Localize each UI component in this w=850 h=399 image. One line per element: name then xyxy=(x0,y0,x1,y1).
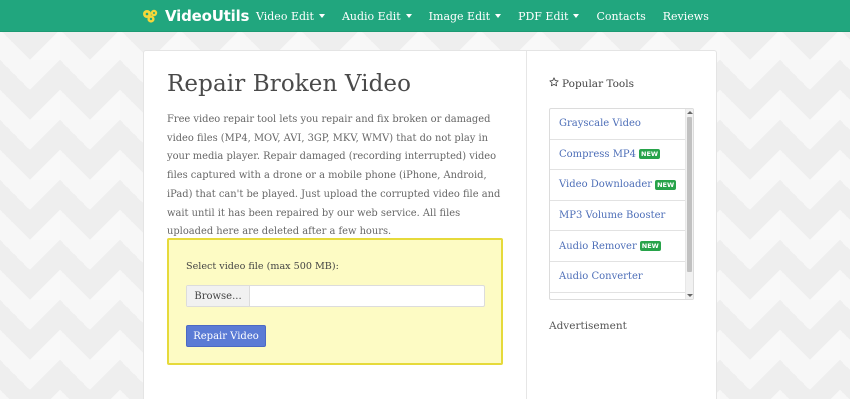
tool-link-video-downloader[interactable]: Video Downloader NEW xyxy=(550,170,686,201)
caret-down-icon xyxy=(495,14,502,18)
tool-link-grayscale-video[interactable]: Grayscale Video xyxy=(550,109,686,140)
new-badge: NEW xyxy=(639,241,661,252)
nav-pdf-edit[interactable]: PDF Edit xyxy=(518,0,580,32)
browse-button[interactable]: Browse... xyxy=(187,286,250,306)
column-divider xyxy=(526,51,527,399)
main-menu: Video Edit Audio Edit Image Edit PDF Edi… xyxy=(256,0,709,32)
scroll-up-arrow-icon[interactable] xyxy=(687,111,693,114)
caret-down-icon xyxy=(573,14,580,18)
tool-description: Free video repair tool lets you repair a… xyxy=(167,114,501,238)
scroll-thumb[interactable] xyxy=(687,117,692,272)
scroll-down-arrow-icon[interactable] xyxy=(687,294,693,297)
popular-tools-list: Grayscale Video Compress MP4 NEW Video D… xyxy=(549,108,694,300)
top-navbar: VideoUtils Video Edit Audio Edit Image E… xyxy=(0,0,850,32)
brand-logo[interactable]: VideoUtils xyxy=(142,0,249,32)
tool-link-compress-mp4[interactable]: Compress MP4 NEW xyxy=(550,140,686,171)
caret-down-icon xyxy=(405,14,412,18)
new-badge: NEW xyxy=(639,149,661,160)
caret-down-icon xyxy=(318,14,325,18)
repair-video-button[interactable]: Repair Video xyxy=(186,325,266,347)
tool-link-audio-converter[interactable]: Audio Converter xyxy=(550,262,686,293)
tool-link-mp3-volume-booster[interactable]: MP3 Volume Booster xyxy=(550,201,686,232)
selected-file-name[interactable] xyxy=(250,286,484,306)
nav-contacts[interactable]: Contacts xyxy=(596,0,645,32)
nav-audio-edit[interactable]: Audio Edit xyxy=(342,0,412,32)
content-card: Repair Broken Video Free video repair to… xyxy=(143,50,717,399)
brand-name: VideoUtils xyxy=(165,7,250,25)
star-outline-icon xyxy=(549,77,559,90)
nav-video-edit[interactable]: Video Edit xyxy=(256,0,325,32)
nav-reviews[interactable]: Reviews xyxy=(663,0,709,32)
advertisement-label: Advertisement xyxy=(549,320,627,332)
film-reel-logo-icon xyxy=(142,9,160,23)
tool-link-audio-remover[interactable]: Audio Remover NEW xyxy=(550,231,686,262)
new-badge: NEW xyxy=(655,179,677,190)
upload-label: Select video file (max 500 MB): xyxy=(186,261,339,272)
nav-image-edit[interactable]: Image Edit xyxy=(429,0,502,32)
page-title: Repair Broken Video xyxy=(167,71,412,97)
video-file-input[interactable]: Browse... xyxy=(186,285,485,307)
popular-tools-label: Popular Tools xyxy=(562,77,634,90)
popular-tools-heading: Popular Tools xyxy=(549,77,634,90)
upload-panel: Select video file (max 500 MB): Browse..… xyxy=(167,238,503,365)
tools-scrollbar[interactable] xyxy=(685,109,693,299)
